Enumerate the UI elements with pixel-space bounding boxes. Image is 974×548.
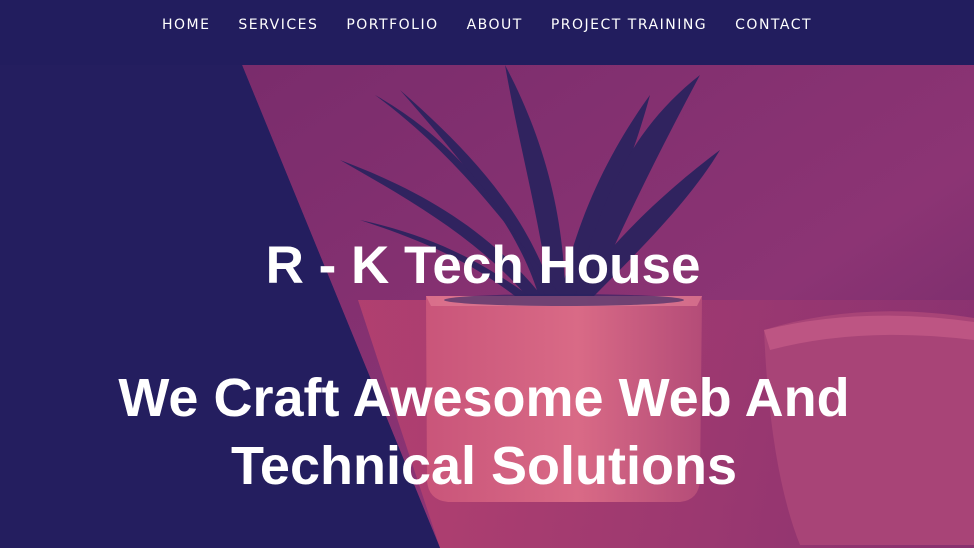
top-navigation: HOME SERVICES PORTFOLIO ABOUT PROJECT TR… — [0, 0, 974, 65]
nav-link-contact[interactable]: CONTACT — [735, 17, 812, 33]
nav-link-services[interactable]: SERVICES — [238, 17, 318, 33]
nav-link-about[interactable]: ABOUT — [467, 17, 523, 33]
nav-item-about: ABOUT — [453, 16, 537, 34]
nav-item-project-training: PROJECT TRAINING — [537, 16, 721, 34]
nav-item-services: SERVICES — [224, 16, 332, 34]
nav-menu: HOME SERVICES PORTFOLIO ABOUT PROJECT TR… — [148, 16, 826, 34]
nav-item-portfolio: PORTFOLIO — [332, 16, 452, 34]
nav-link-portfolio[interactable]: PORTFOLIO — [346, 17, 438, 33]
nav-link-project-training[interactable]: PROJECT TRAINING — [551, 17, 707, 33]
nav-item-home: HOME — [148, 16, 224, 34]
site-title: R - K Tech House — [265, 236, 701, 295]
hero-tagline: We Craft Awesome Web And Technical Solut… — [118, 368, 850, 496]
nav-link-home[interactable]: HOME — [162, 17, 210, 33]
hero-section: R - K Tech House We Craft Awesome Web An… — [0, 0, 974, 548]
nav-item-contact: CONTACT — [721, 16, 826, 34]
